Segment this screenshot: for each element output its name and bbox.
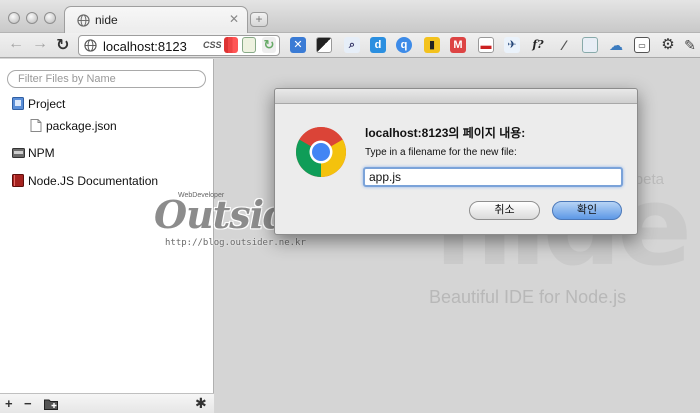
page-info-icon[interactable] bbox=[84, 39, 97, 52]
sidebar-item-label: Project bbox=[28, 97, 66, 111]
search-extension-icon[interactable]: ⌕ bbox=[344, 37, 360, 53]
sidebar-item-label: Node.JS Documentation bbox=[28, 174, 159, 188]
tab-title: nide bbox=[95, 13, 118, 27]
outsider-watermark-url: http://blog.outsider.ne.kr bbox=[165, 238, 306, 248]
book-icon bbox=[12, 174, 24, 187]
reload-icon[interactable]: ↻ bbox=[56, 35, 69, 55]
cloud-extension-icon[interactable]: ☁ bbox=[608, 37, 624, 53]
dialog-titlebar bbox=[275, 89, 637, 104]
d-extension-icon[interactable]: d bbox=[370, 37, 386, 53]
url-text[interactable]: localhost:8123 bbox=[103, 39, 187, 54]
dialog-heading: localhost:8123의 페이지 내용: bbox=[365, 126, 526, 140]
window-zoom-button[interactable] bbox=[44, 12, 56, 24]
outsider-watermark-subtitle: WebDeveloper bbox=[178, 192, 225, 199]
sidebar-item-label: NPM bbox=[28, 146, 55, 160]
tab-close-icon[interactable]: ✕ bbox=[229, 12, 239, 26]
css-badge[interactable]: CSS bbox=[203, 40, 222, 50]
remove-file-button[interactable]: − bbox=[24, 396, 32, 411]
new-folder-icon[interactable] bbox=[44, 398, 58, 410]
window-minimize-button[interactable] bbox=[26, 12, 38, 24]
refresh-extension-icon[interactable]: ↻ bbox=[262, 37, 276, 53]
x-extension-icon[interactable]: ✕ bbox=[290, 37, 306, 53]
chart-extension-icon[interactable] bbox=[224, 37, 238, 53]
settings-gear-icon[interactable]: ✱ bbox=[195, 395, 207, 412]
prompt-dialog: localhost:8123의 페이지 내용: Type in a filena… bbox=[274, 88, 638, 235]
sidebar-item-label: package.json bbox=[46, 119, 117, 133]
wrench-menu-icon[interactable]: ✎ bbox=[682, 37, 698, 53]
forward-arrow-icon[interactable]: → bbox=[32, 35, 48, 53]
grid-extension-icon[interactable] bbox=[242, 37, 256, 53]
folder-blue-icon bbox=[12, 97, 24, 110]
add-file-button[interactable]: + bbox=[5, 396, 13, 411]
eyedropper-extension-icon[interactable]: ⁄ bbox=[556, 37, 572, 53]
cancel-button[interactable]: 취소 bbox=[469, 201, 540, 220]
back-arrow-icon[interactable]: ← bbox=[8, 35, 24, 53]
filter-files-input[interactable] bbox=[7, 70, 206, 88]
browser-titlebar: nide ✕ + bbox=[0, 0, 700, 34]
browser-toolbar: ← → ↻ localhost:8123 CSS ☆ ↻ ✕ ⌕ d q ▮ M… bbox=[0, 33, 700, 58]
globe-icon bbox=[77, 14, 90, 27]
dialog-message: Type in a filename for the new file: bbox=[365, 147, 517, 158]
bird-extension-icon[interactable]: ✈ bbox=[504, 37, 520, 53]
file-icon bbox=[30, 119, 42, 132]
new-tab-button[interactable]: + bbox=[250, 12, 268, 27]
q-extension-icon[interactable]: q bbox=[396, 37, 412, 53]
nide-tagline: Beautiful IDE for Node.js bbox=[429, 287, 627, 307]
gmail-extension-icon[interactable]: M bbox=[450, 37, 466, 53]
gear-icon[interactable]: ⚙ bbox=[660, 37, 676, 53]
browser-tab[interactable]: nide ✕ bbox=[64, 6, 248, 34]
chrome-logo-icon bbox=[296, 127, 346, 177]
npm-icon bbox=[12, 148, 25, 158]
ruler-extension-icon[interactable]: ▭ bbox=[634, 37, 650, 53]
ok-button[interactable]: 확인 bbox=[552, 201, 622, 220]
window-close-button[interactable] bbox=[8, 12, 20, 24]
filename-input[interactable] bbox=[363, 167, 623, 187]
beta-label: beta bbox=[634, 171, 664, 188]
delicious-extension-icon[interactable] bbox=[316, 37, 332, 53]
phone-extension-icon[interactable]: ▮ bbox=[424, 37, 440, 53]
function-extension-icon[interactable]: f? bbox=[530, 37, 546, 53]
window-extension-icon[interactable] bbox=[582, 37, 598, 53]
sidebar-bottom-bar: + − ✱ bbox=[0, 393, 214, 413]
mail-extension-icon[interactable]: ▬ bbox=[478, 37, 494, 53]
